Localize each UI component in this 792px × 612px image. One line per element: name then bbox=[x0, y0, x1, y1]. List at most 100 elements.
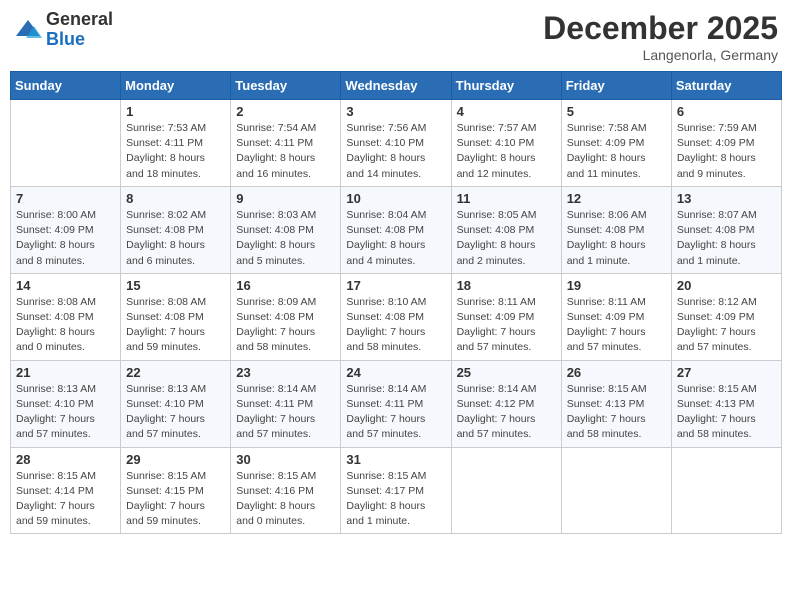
day-number: 8 bbox=[126, 191, 225, 206]
day-cell: 20 Sunrise: 8:12 AM Sunset: 4:09 PM Dayli… bbox=[671, 273, 781, 360]
day-info: Sunrise: 8:15 AM Sunset: 4:16 PM Dayligh… bbox=[236, 469, 335, 530]
day-info: Sunrise: 7:56 AM Sunset: 4:10 PM Dayligh… bbox=[346, 121, 445, 182]
day-info: Sunrise: 8:13 AM Sunset: 4:10 PM Dayligh… bbox=[16, 382, 115, 443]
day-number: 6 bbox=[677, 104, 776, 119]
day-cell: 16 Sunrise: 8:09 AM Sunset: 4:08 PM Dayli… bbox=[231, 273, 341, 360]
weekday-header-monday: Monday bbox=[121, 72, 231, 100]
day-info: Sunrise: 8:06 AM Sunset: 4:08 PM Dayligh… bbox=[567, 208, 666, 269]
day-number: 24 bbox=[346, 365, 445, 380]
day-number: 23 bbox=[236, 365, 335, 380]
day-cell: 1 Sunrise: 7:53 AM Sunset: 4:11 PM Daylig… bbox=[121, 100, 231, 187]
day-cell: 29Sunrise: 8:15 AM Sunset: 4:15 PM Dayli… bbox=[121, 447, 231, 534]
weekday-header-row: SundayMondayTuesdayWednesdayThursdayFrid… bbox=[11, 72, 782, 100]
day-number: 14 bbox=[16, 278, 115, 293]
logo: General Blue bbox=[14, 10, 113, 50]
day-info: Sunrise: 8:10 AM Sunset: 4:08 PM Dayligh… bbox=[346, 295, 445, 356]
day-cell bbox=[671, 447, 781, 534]
day-cell: 22 Sunrise: 8:13 AM Sunset: 4:10 PM Dayli… bbox=[121, 360, 231, 447]
day-cell bbox=[561, 447, 671, 534]
day-number: 15 bbox=[126, 278, 225, 293]
day-info: Sunrise: 8:13 AM Sunset: 4:10 PM Dayligh… bbox=[126, 382, 225, 443]
day-cell: 5 Sunrise: 7:58 AM Sunset: 4:09 PM Daylig… bbox=[561, 100, 671, 187]
weekday-header-tuesday: Tuesday bbox=[231, 72, 341, 100]
day-cell: 15 Sunrise: 8:08 AM Sunset: 4:08 PM Dayli… bbox=[121, 273, 231, 360]
day-cell: 28 Sunrise: 8:15 AM Sunset: 4:14 PM Dayli… bbox=[11, 447, 121, 534]
day-info: Sunrise: 8:15 AM Sunset: 4:14 PM Dayligh… bbox=[16, 469, 115, 530]
day-number: 28 bbox=[16, 452, 115, 467]
day-info: Sunrise: 8:14 AM Sunset: 4:11 PM Dayligh… bbox=[236, 382, 335, 443]
logo-general-text: General bbox=[46, 10, 113, 30]
day-number: 21 bbox=[16, 365, 115, 380]
day-info: Sunrise: 8:08 AM Sunset: 4:08 PM Dayligh… bbox=[126, 295, 225, 356]
day-cell: 12 Sunrise: 8:06 AM Sunset: 4:08 PM Dayli… bbox=[561, 186, 671, 273]
day-cell: 4Sunrise: 7:57 AM Sunset: 4:10 PM Daylig… bbox=[451, 100, 561, 187]
day-number: 9 bbox=[236, 191, 335, 206]
day-info: Sunrise: 7:54 AM Sunset: 4:11 PM Dayligh… bbox=[236, 121, 335, 182]
day-number: 5 bbox=[567, 104, 666, 119]
weekday-header-friday: Friday bbox=[561, 72, 671, 100]
day-info: Sunrise: 7:53 AM Sunset: 4:11 PM Dayligh… bbox=[126, 121, 225, 182]
day-cell: 13Sunrise: 8:07 AM Sunset: 4:08 PM Dayli… bbox=[671, 186, 781, 273]
day-number: 17 bbox=[346, 278, 445, 293]
day-info: Sunrise: 8:15 AM Sunset: 4:13 PM Dayligh… bbox=[677, 382, 776, 443]
week-row-1: 1 Sunrise: 7:53 AM Sunset: 4:11 PM Daylig… bbox=[11, 100, 782, 187]
day-cell: 7Sunrise: 8:00 AM Sunset: 4:09 PM Daylig… bbox=[11, 186, 121, 273]
day-number: 20 bbox=[677, 278, 776, 293]
week-row-3: 14 Sunrise: 8:08 AM Sunset: 4:08 PM Dayli… bbox=[11, 273, 782, 360]
day-cell: 26 Sunrise: 8:15 AM Sunset: 4:13 PM Dayli… bbox=[561, 360, 671, 447]
day-number: 16 bbox=[236, 278, 335, 293]
day-number: 10 bbox=[346, 191, 445, 206]
week-row-2: 7Sunrise: 8:00 AM Sunset: 4:09 PM Daylig… bbox=[11, 186, 782, 273]
day-info: Sunrise: 7:59 AM Sunset: 4:09 PM Dayligh… bbox=[677, 121, 776, 182]
day-cell: 6 Sunrise: 7:59 AM Sunset: 4:09 PM Daylig… bbox=[671, 100, 781, 187]
day-number: 12 bbox=[567, 191, 666, 206]
weekday-header-saturday: Saturday bbox=[671, 72, 781, 100]
day-info: Sunrise: 8:08 AM Sunset: 4:08 PM Dayligh… bbox=[16, 295, 115, 356]
day-number: 18 bbox=[457, 278, 556, 293]
day-cell: 8 Sunrise: 8:02 AM Sunset: 4:08 PM Daylig… bbox=[121, 186, 231, 273]
day-info: Sunrise: 8:14 AM Sunset: 4:11 PM Dayligh… bbox=[346, 382, 445, 443]
logo-text: General Blue bbox=[46, 10, 113, 50]
day-number: 19 bbox=[567, 278, 666, 293]
day-number: 4 bbox=[457, 104, 556, 119]
day-cell: 17 Sunrise: 8:10 AM Sunset: 4:08 PM Dayli… bbox=[341, 273, 451, 360]
day-info: Sunrise: 7:58 AM Sunset: 4:09 PM Dayligh… bbox=[567, 121, 666, 182]
day-number: 22 bbox=[126, 365, 225, 380]
day-info: Sunrise: 8:02 AM Sunset: 4:08 PM Dayligh… bbox=[126, 208, 225, 269]
day-cell: 21 Sunrise: 8:13 AM Sunset: 4:10 PM Dayli… bbox=[11, 360, 121, 447]
day-cell: 18 Sunrise: 8:11 AM Sunset: 4:09 PM Dayli… bbox=[451, 273, 561, 360]
day-info: Sunrise: 8:15 AM Sunset: 4:17 PM Dayligh… bbox=[346, 469, 445, 530]
location-text: Langenorla, Germany bbox=[543, 47, 778, 63]
day-info: Sunrise: 8:12 AM Sunset: 4:09 PM Dayligh… bbox=[677, 295, 776, 356]
day-number: 25 bbox=[457, 365, 556, 380]
day-cell: 24 Sunrise: 8:14 AM Sunset: 4:11 PM Dayli… bbox=[341, 360, 451, 447]
day-cell: 10Sunrise: 8:04 AM Sunset: 4:08 PM Dayli… bbox=[341, 186, 451, 273]
day-info: Sunrise: 8:14 AM Sunset: 4:12 PM Dayligh… bbox=[457, 382, 556, 443]
day-info: Sunrise: 8:09 AM Sunset: 4:08 PM Dayligh… bbox=[236, 295, 335, 356]
logo-icon bbox=[14, 16, 42, 44]
week-row-4: 21 Sunrise: 8:13 AM Sunset: 4:10 PM Dayli… bbox=[11, 360, 782, 447]
day-cell: 2 Sunrise: 7:54 AM Sunset: 4:11 PM Daylig… bbox=[231, 100, 341, 187]
page-header: General Blue December 2025 Langenorla, G… bbox=[10, 10, 782, 63]
day-number: 27 bbox=[677, 365, 776, 380]
day-cell: 25 Sunrise: 8:14 AM Sunset: 4:12 PM Dayli… bbox=[451, 360, 561, 447]
weekday-header-wednesday: Wednesday bbox=[341, 72, 451, 100]
day-number: 2 bbox=[236, 104, 335, 119]
day-number: 7 bbox=[16, 191, 115, 206]
day-info: Sunrise: 8:07 AM Sunset: 4:08 PM Dayligh… bbox=[677, 208, 776, 269]
month-title: December 2025 bbox=[543, 10, 778, 47]
day-number: 26 bbox=[567, 365, 666, 380]
calendar-table: SundayMondayTuesdayWednesdayThursdayFrid… bbox=[10, 71, 782, 534]
day-cell: 31Sunrise: 8:15 AM Sunset: 4:17 PM Dayli… bbox=[341, 447, 451, 534]
logo-blue-text: Blue bbox=[46, 30, 113, 50]
day-number: 3 bbox=[346, 104, 445, 119]
day-cell: 3 Sunrise: 7:56 AM Sunset: 4:10 PM Daylig… bbox=[341, 100, 451, 187]
weekday-header-thursday: Thursday bbox=[451, 72, 561, 100]
day-info: Sunrise: 8:11 AM Sunset: 4:09 PM Dayligh… bbox=[567, 295, 666, 356]
day-info: Sunrise: 8:11 AM Sunset: 4:09 PM Dayligh… bbox=[457, 295, 556, 356]
day-number: 1 bbox=[126, 104, 225, 119]
weekday-header-sunday: Sunday bbox=[11, 72, 121, 100]
day-info: Sunrise: 8:15 AM Sunset: 4:13 PM Dayligh… bbox=[567, 382, 666, 443]
day-info: Sunrise: 8:05 AM Sunset: 4:08 PM Dayligh… bbox=[457, 208, 556, 269]
day-number: 30 bbox=[236, 452, 335, 467]
